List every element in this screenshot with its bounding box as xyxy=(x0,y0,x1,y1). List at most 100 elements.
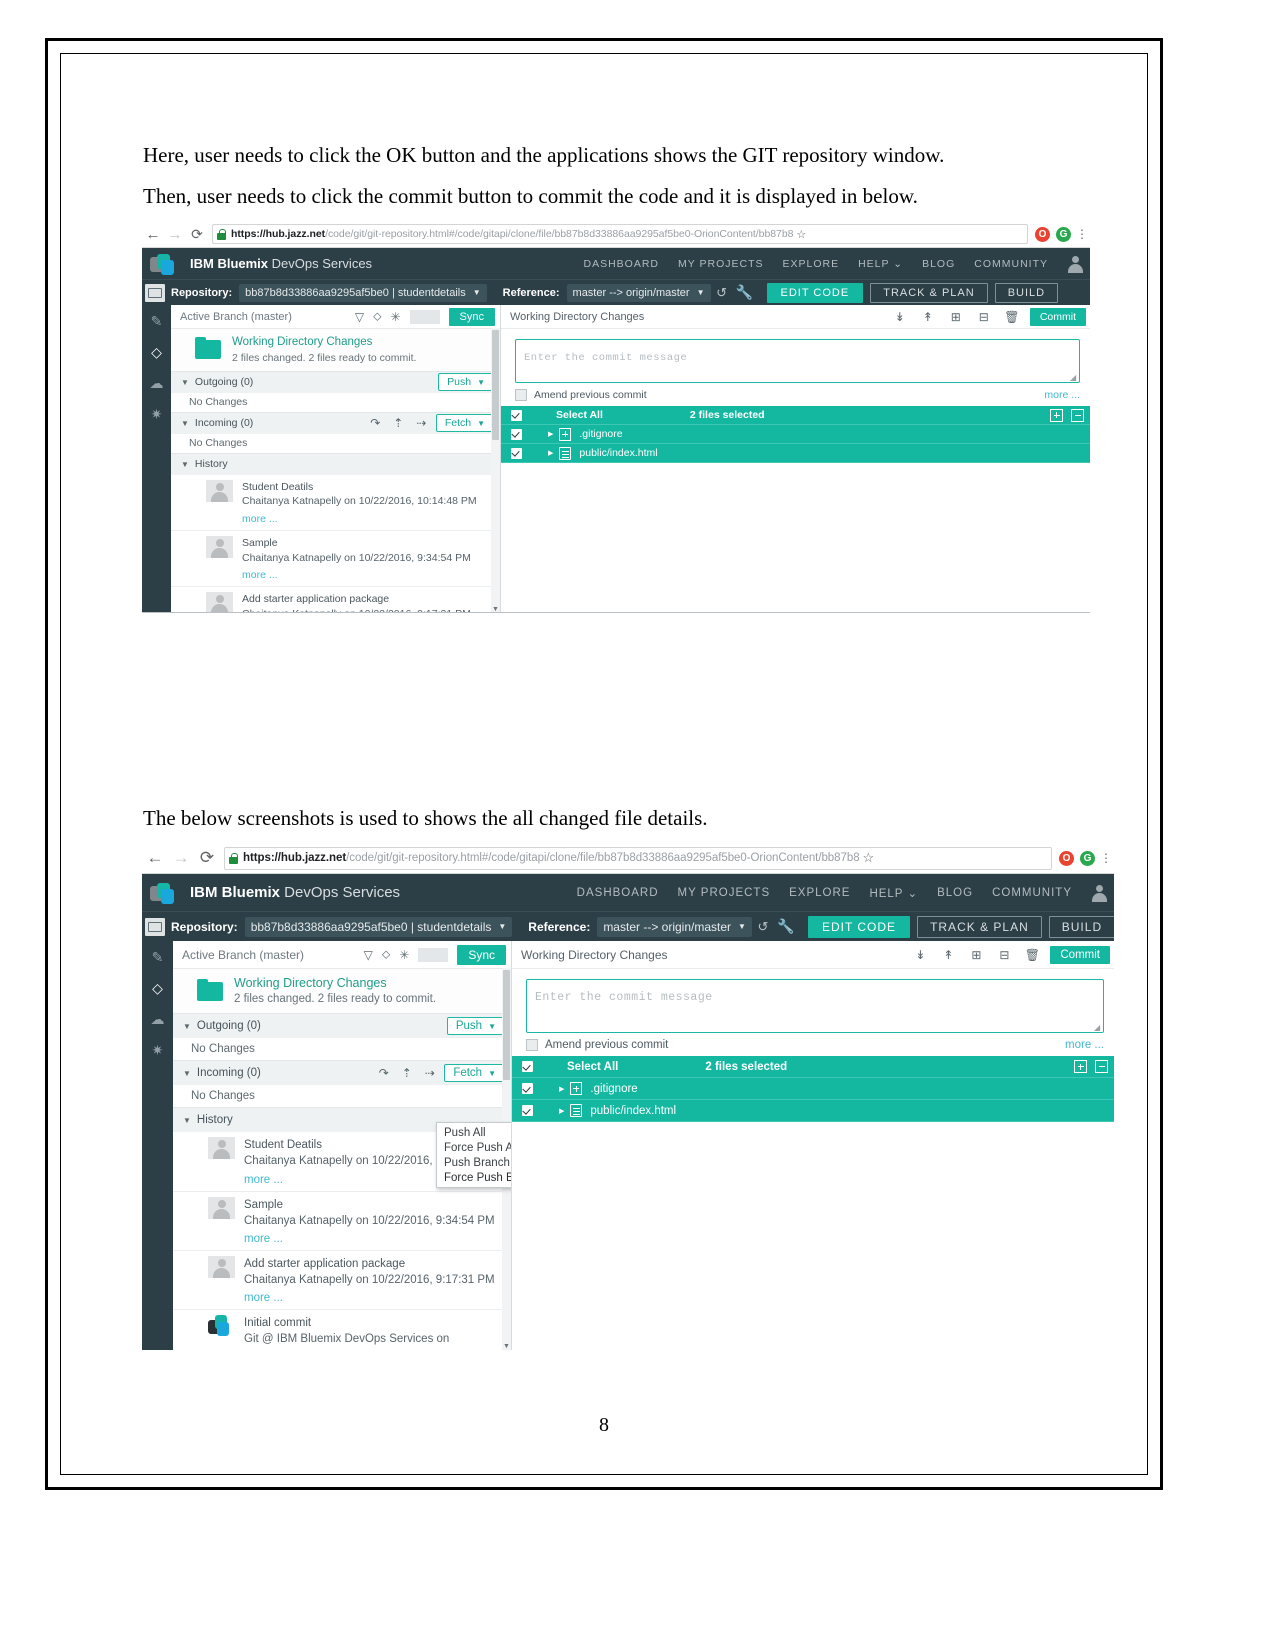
menu-item-force-push-branch[interactable]: Force Push Branch xyxy=(437,1170,511,1185)
merge-icon[interactable]: ⇢ xyxy=(421,1066,438,1080)
reload-icon[interactable]: ⟳ xyxy=(194,848,220,868)
list-item[interactable]: Sample Chaitanya Katnapelly on 10/22/201… xyxy=(173,1191,511,1251)
opera-extension-icon[interactable]: O xyxy=(1059,850,1074,866)
app-icon[interactable] xyxy=(145,917,165,936)
build-deploy-button[interactable]: BUILD xyxy=(1048,915,1114,938)
reference-selector[interactable]: master --> origin/master ▼ xyxy=(597,916,752,937)
history-icon[interactable]: ↺ xyxy=(752,919,774,935)
commit-more-link[interactable]: more ... xyxy=(244,1292,505,1304)
git-icon[interactable]: ◇ xyxy=(148,343,166,361)
chevron-right-icon[interactable]: ▶ xyxy=(559,1085,564,1093)
nav-community[interactable]: COMMUNITY xyxy=(974,258,1048,270)
table-row[interactable]: ▶ .gitignore xyxy=(501,425,1090,444)
app-icon[interactable] xyxy=(145,283,165,302)
address-bar[interactable]: https://hub.jazz.net/code/git/git-reposi… xyxy=(212,224,1028,244)
unstage-all-icon[interactable]: ↟ xyxy=(934,948,962,962)
commit-more-link[interactable]: more ... xyxy=(244,1233,505,1245)
pencil-icon[interactable]: ✎ xyxy=(149,948,167,966)
settings-icon[interactable]: ✷ xyxy=(148,405,166,423)
history-icon[interactable]: ↺ xyxy=(711,285,733,301)
settings-icon[interactable]: ✷ xyxy=(149,1041,167,1059)
more-link[interactable]: more ... xyxy=(1065,1039,1104,1051)
merge-icon[interactable]: ⇢ xyxy=(413,416,430,430)
working-directory-changes-row[interactable]: Working Directory Changes 2 files change… xyxy=(173,969,511,1014)
opera-extension-icon[interactable]: O xyxy=(1035,226,1050,242)
compare-icon[interactable]: ⬦ xyxy=(382,947,390,962)
chevron-right-icon[interactable]: ▶ xyxy=(548,449,553,457)
menu-item-force-push-all[interactable]: Force Push All xyxy=(437,1140,511,1155)
table-row[interactable]: ▶ public/index.html xyxy=(501,444,1090,463)
back-icon[interactable]: ← xyxy=(142,848,168,868)
wrench-icon[interactable]: 🔧 xyxy=(774,918,798,935)
build-deploy-button[interactable]: BUILD xyxy=(994,282,1059,303)
outgoing-section-header[interactable]: ▼ Outgoing (0) Push ▼ xyxy=(173,1013,511,1039)
sync-button[interactable]: Sync xyxy=(457,944,506,965)
file-checkbox[interactable] xyxy=(511,447,522,459)
chevron-right-icon[interactable]: ▶ xyxy=(559,1107,564,1115)
collapse-all-icon[interactable] xyxy=(1071,408,1084,422)
collapse-all-icon[interactable] xyxy=(1095,1060,1108,1073)
push-dropdown-menu[interactable]: Push All Force Push All Push Branch Forc… xyxy=(436,1122,511,1188)
address-bar[interactable]: https://hub.jazz.net/code/git/git-reposi… xyxy=(224,846,1052,870)
green-extension-icon[interactable]: G xyxy=(1056,226,1071,242)
nav-my-projects[interactable]: MY PROJECTS xyxy=(678,887,771,899)
scrollbar[interactable]: ▲ ▼ xyxy=(491,328,500,613)
file-checkbox[interactable] xyxy=(511,428,522,440)
fetch-button[interactable]: Fetch ▼ xyxy=(444,1064,505,1083)
menu-item-push-branch[interactable]: Push Branch xyxy=(437,1155,511,1170)
nav-help[interactable]: HELP ⌄ xyxy=(858,258,903,270)
pencil-icon[interactable]: ✎ xyxy=(148,312,166,330)
sync-button[interactable]: Sync xyxy=(448,307,495,326)
bookmark-star-icon[interactable]: ☆ xyxy=(863,850,875,866)
trash-icon[interactable]: 🗑 xyxy=(998,310,1026,324)
nav-explore[interactable]: EXPLORE xyxy=(789,887,850,899)
rebase-icon[interactable]: ↷ xyxy=(375,1066,392,1080)
checkout-icon[interactable]: ⊞ xyxy=(942,310,970,324)
commit-more-link[interactable]: more ... xyxy=(242,513,494,525)
scrollbar-thumb[interactable] xyxy=(492,330,499,440)
working-directory-changes-row[interactable]: Working Directory Changes 2 files change… xyxy=(171,329,500,371)
select-all-row[interactable]: Select All 2 files selected xyxy=(512,1056,1114,1078)
scrollbar-thumb[interactable] xyxy=(503,970,510,1080)
list-item[interactable]: Sample Chaitanya Katnapelly on 10/22/201… xyxy=(171,531,500,588)
list-item[interactable]: Student Deatils Chaitanya Katnapelly on … xyxy=(171,474,500,532)
nav-blog[interactable]: BLOG xyxy=(937,887,973,899)
commit-button[interactable]: Commit xyxy=(1029,307,1086,326)
wrench-icon[interactable]: 🔧 xyxy=(733,284,757,301)
file-checkbox[interactable] xyxy=(522,1083,533,1094)
reload-icon[interactable]: ⟳ xyxy=(186,226,208,243)
menu-item-push-all[interactable]: Push All xyxy=(437,1125,511,1140)
push-button[interactable]: Push ▼ xyxy=(438,373,494,392)
file-checkbox[interactable] xyxy=(522,1105,533,1116)
track-and-plan-button[interactable]: TRACK & PLAN xyxy=(917,915,1042,938)
more-link[interactable]: more ... xyxy=(1044,389,1080,401)
list-item[interactable]: Add starter application package Chaitany… xyxy=(171,587,500,613)
stage-all-icon[interactable]: ↡ xyxy=(906,948,934,962)
nav-help[interactable]: HELP ⌄ xyxy=(869,886,918,900)
repository-selector[interactable]: bb87b8d33886aa9295af5be0 | studentdetail… xyxy=(244,916,513,937)
nav-dashboard[interactable]: DASHBOARD xyxy=(583,258,659,270)
expand-all-icon[interactable] xyxy=(1074,1060,1087,1073)
edit-code-button[interactable]: EDIT CODE xyxy=(766,282,864,303)
pull-icon[interactable]: ⇡ xyxy=(398,1066,415,1080)
nav-blog[interactable]: BLOG xyxy=(922,258,955,270)
track-and-plan-button[interactable]: TRACK & PLAN xyxy=(870,282,988,303)
git-icon[interactable]: ◇ xyxy=(149,979,167,997)
avatar[interactable] xyxy=(1067,255,1084,273)
rebase-icon[interactable]: ↷ xyxy=(367,416,384,430)
nav-my-projects[interactable]: MY PROJECTS xyxy=(678,258,763,270)
stage-all-icon[interactable]: ↡ xyxy=(886,310,914,324)
filter-icon[interactable]: ▽ xyxy=(364,948,373,962)
fetch-button[interactable]: Fetch ▼ xyxy=(435,414,494,433)
unstage-all-icon[interactable]: ↟ xyxy=(914,310,942,324)
select-all-checkbox[interactable] xyxy=(522,1061,533,1072)
list-item[interactable]: Initial commit Git @ IBM Bluemix DevOps … xyxy=(173,1309,511,1350)
commit-message-input[interactable]: Enter the commit message ◢ xyxy=(526,979,1104,1033)
compare-icon[interactable]: ⬦ xyxy=(373,309,381,324)
forward-icon[interactable]: → xyxy=(164,226,186,243)
amend-checkbox[interactable] xyxy=(515,389,527,401)
back-icon[interactable]: ← xyxy=(142,226,164,243)
resize-handle-icon[interactable]: ◢ xyxy=(1094,1024,1101,1032)
incoming-section-header[interactable]: ▼ Incoming (0) ↷ ⇡ ⇢ Fetch ▼ xyxy=(173,1060,511,1086)
new-branch-icon[interactable]: ✳ xyxy=(399,948,409,962)
